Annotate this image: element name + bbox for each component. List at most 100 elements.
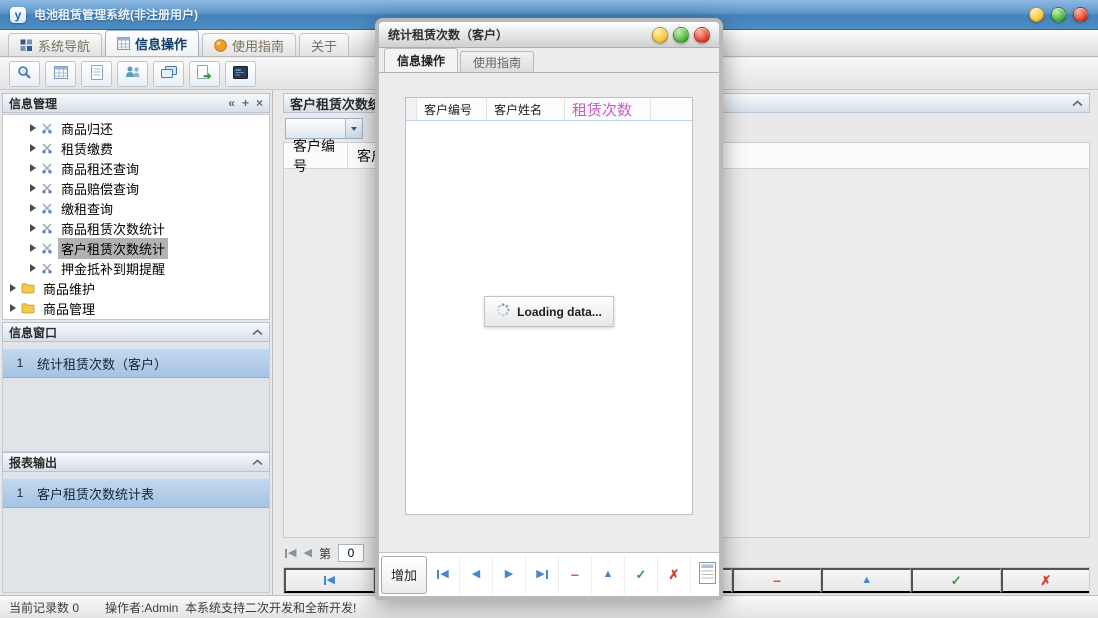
grid-header-customer-id[interactable]: 客户编号 <box>417 98 487 120</box>
search-icon <box>17 65 32 83</box>
edit-record-button[interactable]: ▲ <box>821 568 911 593</box>
cancel-record-button[interactable]: ✗ <box>1001 568 1090 593</box>
chevron-up-icon[interactable] <box>1072 97 1083 109</box>
expand-arrow-icon[interactable] <box>30 264 36 272</box>
tool-icon <box>41 222 53 234</box>
add-button[interactable]: 增加 <box>381 556 427 594</box>
table-view-button[interactable] <box>45 61 76 87</box>
close-panel-icon[interactable]: × <box>256 97 263 109</box>
dialog-data-grid: 客户编号 客户姓名 租赁次数 Loading data... <box>405 97 693 515</box>
collapse-left-icon[interactable]: « <box>228 97 235 109</box>
console-icon <box>233 66 248 82</box>
tab-system-nav[interactable]: 系统导航 <box>8 33 102 56</box>
user-management-button[interactable] <box>117 61 148 87</box>
first-page-button[interactable]: ◀ <box>285 548 296 559</box>
expand-arrow-icon[interactable] <box>30 204 36 212</box>
tool-icon <box>41 162 53 174</box>
panel-title: 报表输出 <box>9 454 57 471</box>
dialog-tab-info-operation[interactable]: 信息操作 <box>384 48 458 72</box>
operator-label: 操作者:Admin <box>105 599 185 616</box>
window-controls <box>1029 7 1088 22</box>
combobox-dropdown-button[interactable] <box>345 119 362 138</box>
first-record-button[interactable]: ◀ <box>284 568 374 593</box>
search-button[interactable] <box>9 61 40 87</box>
spinner-icon <box>496 303 510 320</box>
tree-item-selected[interactable]: 客户租赁次数统计 <box>3 238 269 258</box>
nav-squares-icon <box>20 39 33 52</box>
tree-item-label: 商品赔偿查询 <box>58 178 142 199</box>
tree-item[interactable]: 缴租查询 <box>3 198 269 218</box>
statistics-dialog: 统计租赁次数（客户） 信息操作 使用指南 客户编号 客户姓名 租赁次数 <box>375 18 723 600</box>
expand-arrow-icon[interactable] <box>30 164 36 172</box>
post-record-button[interactable]: ✓ <box>911 568 1001 593</box>
delete-record-button[interactable]: − <box>559 556 592 594</box>
expand-arrow-icon[interactable] <box>10 304 16 312</box>
cancel-record-button[interactable]: ✗ <box>658 556 691 594</box>
monitor-view-button[interactable] <box>153 61 184 87</box>
tree-item[interactable]: 商品赔偿查询 <box>3 178 269 198</box>
expand-arrow-icon[interactable] <box>30 124 36 132</box>
tab-user-guide[interactable]: 使用指南 <box>202 33 296 56</box>
chevron-down-icon <box>351 127 357 131</box>
dialog-maximize-button[interactable] <box>673 27 689 43</box>
loading-indicator: Loading data... <box>484 296 614 327</box>
expand-all-icon[interactable]: + <box>242 97 249 109</box>
tree-item[interactable]: 商品归还 <box>3 118 269 138</box>
item-label: 客户租赁次数统计表 <box>37 484 154 503</box>
info-window-item[interactable]: 1 统计租赁次数（客户） <box>3 348 269 378</box>
close-button[interactable] <box>1073 7 1088 22</box>
grid-header-customer-name[interactable]: 客户姓名 <box>487 98 565 120</box>
minimize-button[interactable] <box>1029 7 1044 22</box>
chevron-up-icon[interactable] <box>252 456 263 468</box>
tab-about[interactable]: 关于 <box>299 33 349 56</box>
edit-record-button[interactable]: ▲ <box>592 556 625 594</box>
tree-item[interactable]: 商品租还查询 <box>3 158 269 178</box>
tree-item-label: 押金抵补到期提醒 <box>58 258 168 279</box>
tree-item[interactable]: 租赁缴费 <box>3 138 269 158</box>
next-record-button[interactable]: ▶ <box>493 556 526 594</box>
tree-folder[interactable]: 商品维护 <box>3 278 269 298</box>
tab-label: 信息操作 <box>135 34 187 53</box>
dialog-tab-user-guide[interactable]: 使用指南 <box>460 51 534 72</box>
expand-arrow-icon[interactable] <box>30 144 36 152</box>
panel-title: 信息窗口 <box>9 324 57 341</box>
first-record-button[interactable]: ◀ <box>427 556 460 594</box>
expand-arrow-icon[interactable] <box>30 224 36 232</box>
dialog-grid-header-row: 客户编号 客户姓名 租赁次数 <box>406 98 692 121</box>
tree-folder[interactable]: 商品管理 <box>3 298 269 318</box>
page-number-input[interactable] <box>338 544 364 562</box>
delete-record-button[interactable]: − <box>732 568 822 593</box>
dialog-titlebar: 统计租赁次数（客户） <box>379 22 719 48</box>
table-icon <box>54 66 68 82</box>
console-button[interactable] <box>225 61 256 87</box>
tree-item[interactable]: 押金抵补到期提醒 <box>3 258 269 278</box>
report-output-list: 1 客户租赁次数统计表 <box>2 472 270 593</box>
tab-info-operation[interactable]: 信息操作 <box>105 30 199 56</box>
tree-item[interactable]: 商品租赁次数统计 <box>3 218 269 238</box>
users-icon <box>125 65 141 82</box>
post-record-button[interactable]: ✓ <box>625 556 658 594</box>
form-view-button[interactable] <box>691 556 719 594</box>
last-record-button[interactable]: ▶ <box>526 556 559 594</box>
expand-arrow-icon[interactable] <box>30 244 36 252</box>
dialog-minimize-button[interactable] <box>652 27 668 43</box>
chevron-up-icon[interactable] <box>252 326 263 338</box>
dialog-close-button[interactable] <box>694 27 710 43</box>
prev-page-button[interactable]: ◀ <box>303 548 311 559</box>
maximize-button[interactable] <box>1051 7 1066 22</box>
tree-item-label: 商品归还 <box>58 118 116 139</box>
export-report-button[interactable] <box>189 61 220 87</box>
expand-arrow-icon[interactable] <box>30 184 36 192</box>
guide-sphere-icon <box>214 39 227 52</box>
tool-icon <box>41 142 53 154</box>
record-count-label: 当前记录数 0 <box>9 599 105 616</box>
expand-arrow-icon[interactable] <box>10 284 16 292</box>
window-title: 电池租赁管理系统(非注册用户) <box>34 6 198 23</box>
navigation-tree: 商品归还 租赁缴费 商品租还查询 商品赔偿查询 缴租查询 <box>2 114 270 320</box>
info-window-list: 1 统计租赁次数（客户） <box>2 342 270 452</box>
new-document-button[interactable] <box>81 61 112 87</box>
report-output-item[interactable]: 1 客户租赁次数统计表 <box>3 478 269 508</box>
grid-header-customer-id[interactable]: 客户编号 <box>284 143 348 168</box>
prev-record-button[interactable]: ◀ <box>460 556 493 594</box>
grid-header-rent-count[interactable]: 租赁次数 <box>565 98 651 120</box>
